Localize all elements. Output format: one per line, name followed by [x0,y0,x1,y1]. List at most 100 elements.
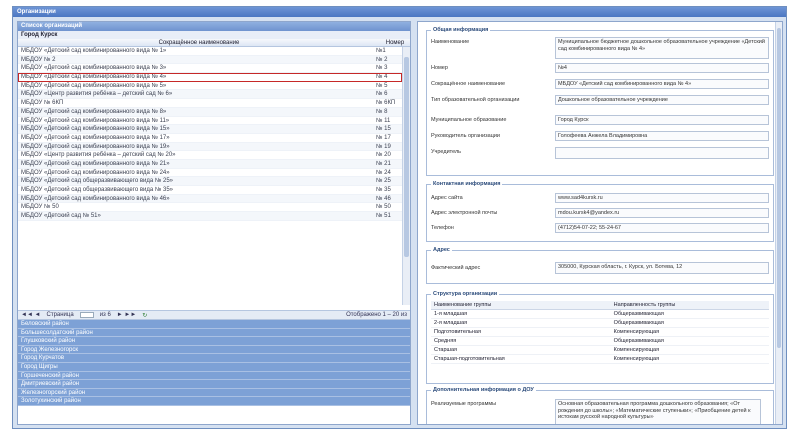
district-item[interactable]: Город Железногорск [18,345,410,355]
extra-info-section: Дополнительная информация о ДОУ Реализуе… [426,387,774,424]
row-number-cell: № 15 [376,126,391,133]
table-row[interactable]: МБДОУ «Детский сад комбинированного вида… [18,117,402,126]
row-name-cell: МБДОУ «Детский сад общеразвивающего вида… [21,187,173,193]
column-number[interactable]: Номер [380,39,410,46]
row-name-cell: МБДОУ «Центр развития ребёнка – детский … [21,91,173,98]
group-row[interactable]: Подготовительная Компенсирующая [431,327,769,337]
pager: ◄◄ ◄ Страница из 6 ► ►► ↻ Отображено 1 –… [18,310,410,320]
row-name-cell: МБДОУ «Детский сад комбинированного вида… [21,134,170,141]
group-row[interactable]: Средняя Общеразвивающая [431,336,769,346]
group-row-city[interactable]: Город Курск [18,31,410,39]
group-focus-cell: Компенсирующая [610,327,769,337]
table-row[interactable]: МБДОУ «Детский сад комбинированного вида… [18,142,402,152]
groups-col-name[interactable]: Наименование группы [431,301,611,310]
table-row[interactable]: МБДОУ «Центр развития ребёнка – детский … [18,151,402,160]
table-row[interactable]: МБДОУ «Детский сад комбинированного вида… [18,159,402,169]
groups-table-body: 1-я младшая Общеразвивающая 2-я младшая Общ… [431,309,769,364]
details-scroll-thumb[interactable] [777,28,781,348]
short-name-field[interactable]: МБДОУ «Детский сад комбинированного вида… [555,79,769,89]
table-row[interactable]: МБДОУ № 2 № 2 [18,55,402,65]
details-scrollbar[interactable] [775,22,782,424]
municipality-field[interactable]: Город Курск [555,115,769,125]
row-number-cell: № 35 [376,187,391,193]
phone-field[interactable]: (4712)54-07-22; 55-24-67 [555,223,769,233]
site-label: Адрес сайта [431,195,463,201]
pager-next-buttons[interactable]: ► ►► [117,312,136,318]
row-number-cell: № 8 [376,108,388,115]
group-row[interactable]: 2-я младшая Общеразвивающая [431,318,769,328]
structure-legend: Структура организации [431,291,500,297]
table-row[interactable]: МБДОУ «Центр развития ребёнка – детский … [18,90,402,100]
address-section: Адрес Фактический адрес 305000, Курская … [426,247,774,284]
pager-page-label: Страница [46,312,74,318]
groups-col-focus[interactable]: Направленность группы [610,301,769,310]
table-row[interactable]: МБДОУ «Детский сад комбинированного вида… [18,194,402,204]
row-name-cell: МБДОУ № 2 [21,56,56,63]
district-item[interactable]: Глушковский район [18,337,410,346]
table-row[interactable]: МБДОУ № 6КП № 6КП [18,99,402,108]
district-item[interactable]: Дмитриевский район [18,380,410,389]
list-scroll-thumb[interactable] [404,57,409,257]
table-row[interactable]: МБДОУ «Детский сад общеразвивающего вида… [18,177,402,186]
row-number-cell: № 5 [376,82,388,89]
programs-field[interactable]: Основная образовательная программа дошко… [555,399,761,424]
row-name-cell: МБДОУ «Детский сад комбинированного вида… [21,108,167,115]
district-item[interactable]: Беловский район [18,320,410,329]
address-legend: Адрес [431,247,452,253]
district-item[interactable]: Большесолдатский район [18,328,410,338]
group-row[interactable]: Старшая-подготовительная Компенсирующая [431,354,769,364]
row-name-cell: МБДОУ «Детский сад комбинированного вида… [21,143,170,150]
row-number-cell: № 4 [376,74,388,81]
row-name-cell: МБДОУ «Детский сад комбинированного вида… [21,82,167,89]
district-list: Беловский район Большесолдатский район Глу… [18,320,410,424]
org-type-field[interactable]: Дошкольное образовательное учреждение [555,95,769,105]
phone-label: Телефон [431,225,454,231]
row-number-cell: № 2 [376,56,388,63]
row-name-cell: МБДОУ «Детский сад комбинированного вида… [21,48,167,54]
table-row[interactable]: МБДОУ «Детский сад общеразвивающего вида… [18,186,402,195]
column-name[interactable]: Сокращённое наименование [18,39,380,46]
district-item[interactable]: Горшеченский район [18,371,410,381]
general-info-legend: Общая информация [431,27,491,33]
address-field[interactable]: 305000, Курская область, г. Курск, ул. Б… [555,262,769,274]
email-field[interactable]: mdou.kursk4@yandex.ru [555,208,769,218]
refresh-icon[interactable]: ↻ [142,312,147,319]
contact-info-section: Контактная информация Адрес сайта www.sa… [426,181,774,242]
table-row[interactable]: МБДОУ «Детский сад комбинированного вида… [18,169,402,178]
group-row[interactable]: 1-я младшая Общеразвивающая [431,309,769,319]
district-item[interactable]: Железногорский район [18,388,410,398]
pager-prev-buttons[interactable]: ◄◄ ◄ [21,312,40,318]
table-row[interactable]: МБДОУ «Детский сад комбинированного вида… [18,82,402,91]
table-row[interactable]: МБДОУ «Детский сад комбинированного вида… [18,73,402,82]
row-name-cell: МБДОУ «Детский сад комбинированного вида… [21,126,170,133]
municipality-label: Муниципальное образование [431,117,507,123]
table-row[interactable]: МБДОУ «Детский сад комбинированного вида… [18,134,402,143]
pager-page-input[interactable] [79,312,94,318]
name-field[interactable]: Муниципальное бюджетное дошкольное образ… [555,37,769,59]
head-field[interactable]: Голофеева Анжела Владимировна [555,131,769,141]
group-row[interactable]: Старшая Компенсирующая [431,345,769,355]
district-item[interactable]: Город Щигры [18,362,410,372]
table-row[interactable]: МБДОУ «Детский сад № 51» № 51 [18,212,402,221]
table-row[interactable]: МБДОУ «Детский сад комбинированного вида… [18,64,402,74]
row-name-cell: МБДОУ «Детский сад комбинированного вида… [21,74,167,81]
email-label: Адрес электронной почты [431,210,498,216]
table-row[interactable]: МБДОУ № 50 № 50 [18,203,402,213]
organization-list-panel: Список организаций Город Курск Сокращённ… [17,21,411,425]
district-item[interactable]: Город Курчатов [18,354,410,363]
table-row[interactable]: МБДОУ «Детский сад комбинированного вида… [18,107,402,117]
number-field[interactable]: №4 [555,63,769,73]
founder-field[interactable] [555,147,769,159]
row-number-cell: № 51 [376,213,391,220]
organization-details-panel: Общая информация Наименование Муниципаль… [417,21,783,425]
row-number-cell: № 46 [376,195,391,202]
group-focus-cell: Общеразвивающая [610,309,769,319]
row-number-cell: № 24 [376,169,391,176]
list-scrollbar[interactable] [402,47,410,305]
table-row[interactable]: МБДОУ «Детский сад комбинированного вида… [18,47,402,56]
table-row[interactable]: МБДОУ «Детский сад комбинированного вида… [18,125,402,134]
site-field[interactable]: www.sad4kursk.ru [555,193,769,203]
row-number-cell: № 6КП [376,100,396,107]
group-focus-cell: Общеразвивающая [610,318,769,328]
district-item[interactable]: Золотухинский район [18,397,410,406]
